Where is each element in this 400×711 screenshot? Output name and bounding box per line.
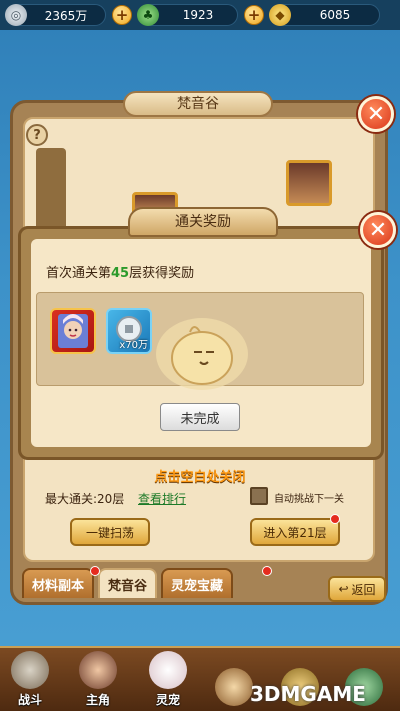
coin-quantity: x70万 (119, 340, 148, 351)
silver-value: 2365万 (44, 8, 88, 23)
max-floor-label: 最大通关:20层 (45, 492, 125, 506)
hero-card-reward[interactable] (50, 308, 96, 354)
currency-bar: ◎ 2365万 + ♣ 1923 + ◆ 6085 (0, 0, 400, 30)
hero-avatar-icon (79, 651, 117, 689)
back-arrow-icon: ↩ (338, 582, 349, 596)
scroll-decoration (36, 148, 66, 233)
tab-pet-treasure[interactable]: 灵宠宝藏 (161, 568, 234, 598)
silver-coin-icon: ◎ (5, 4, 27, 26)
floor-number: 45 (111, 266, 130, 281)
desc-suffix: 层获得奖励 (129, 266, 195, 281)
not-completed-button[interactable]: 未完成 (160, 403, 240, 431)
jade-icon: ♣ (137, 4, 159, 26)
question-icon: ? (33, 127, 41, 143)
dungeon-tabs: 材料副本 梵音谷 灵宠宝藏 (22, 568, 234, 598)
gold-counter: ◆ 6085 (269, 4, 380, 26)
crossed-swords-icon (11, 651, 49, 689)
add-jade-button[interactable]: + (244, 5, 264, 25)
nav-battle-label: 战斗 (17, 693, 42, 707)
character-icon (215, 668, 253, 706)
silver-coin-reward[interactable]: x70万 (106, 308, 152, 354)
hero-face-icon (58, 314, 88, 348)
auto-challenge-label: 自动挑战下一关 (274, 494, 344, 505)
panel-close-button[interactable]: ✕ (358, 96, 394, 132)
sweep-button[interactable]: 一键扫荡 (70, 518, 150, 546)
desc-prefix: 首次通关第 (46, 266, 112, 281)
view-ranking-link[interactable]: 查看排行 (138, 490, 186, 507)
reward-dialog-title: 通关奖励 (128, 207, 278, 237)
nav-hero[interactable]: 主角 (70, 650, 126, 708)
nav-pet-label: 灵宠 (155, 693, 180, 707)
close-icon: ✕ (368, 217, 388, 243)
panel-title: 梵音谷 (123, 91, 273, 117)
nav-battle[interactable]: 战斗 (2, 650, 58, 708)
enter-floor-button[interactable]: 进入第21层 (250, 518, 340, 546)
enter-notification-dot (330, 514, 340, 524)
silver-counter: ◎ 2365万 (5, 4, 106, 26)
tab-material-dungeon[interactable]: 材料副本 (22, 568, 95, 598)
jade-counter: ♣ 1923 (137, 4, 238, 26)
close-icon: ✕ (366, 101, 386, 127)
site-watermark: 3DMGAME (250, 682, 366, 706)
dialog-close-button[interactable]: ✕ (360, 212, 396, 248)
nav-pet[interactable]: 灵宠 (140, 650, 196, 708)
gold-value: 6085 (319, 8, 351, 22)
back-label: 返回 (351, 582, 376, 597)
pet-fox-icon (149, 651, 187, 689)
back-button[interactable]: ↩ 返回 (328, 576, 386, 602)
mascot-watermark (156, 318, 248, 390)
tap-to-close-tip: 点击空白处关闭 (154, 470, 246, 485)
reward-description: 首次通关第45层获得奖励 (46, 262, 194, 281)
nav-hero-label: 主角 (85, 693, 110, 707)
help-button[interactable]: ? (26, 124, 48, 146)
boss-portrait[interactable] (286, 160, 332, 206)
treasure-tab-dot (262, 566, 272, 576)
auto-challenge-checkbox[interactable] (250, 487, 268, 505)
jade-value: 1923 (182, 8, 214, 22)
material-tab-dot (90, 566, 100, 576)
gold-ingot-icon: ◆ (269, 4, 291, 26)
tab-fanyin-valley[interactable]: 梵音谷 (98, 568, 158, 598)
chick-mascot-icon (171, 326, 233, 385)
add-silver-button[interactable]: + (112, 5, 132, 25)
